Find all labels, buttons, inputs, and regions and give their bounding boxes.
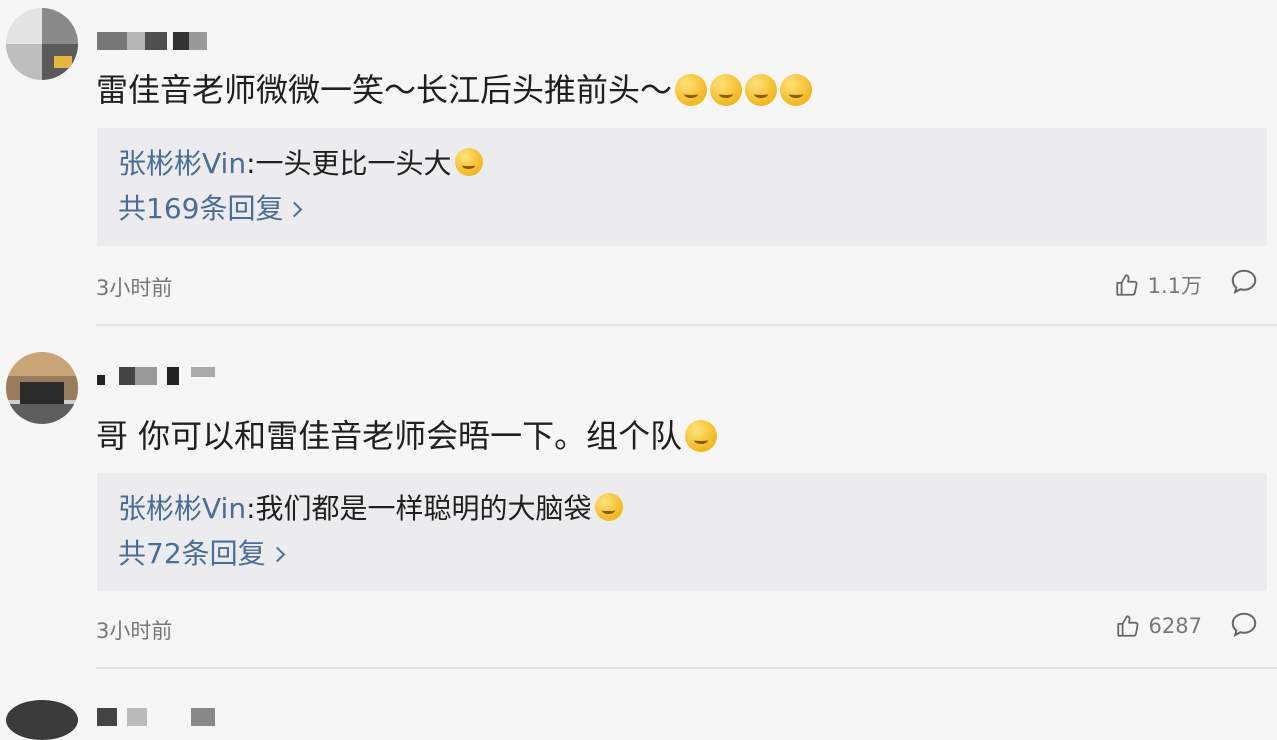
view-replies-link[interactable]: 共169条回复 xyxy=(118,191,303,227)
reply-preview[interactable]: 张彬彬Vin:一头更比一头大 共169条回复 xyxy=(97,128,1267,246)
thumbs-up-icon xyxy=(1115,274,1138,296)
comment-text: 雷佳音老师微微一笑～长江后头推前头～ xyxy=(96,70,813,110)
divider xyxy=(96,667,1277,669)
comment-item: 雷佳音老师微微一笑～长江后头推前头～ 张彬彬Vin:一头更比一头大 共169条回… xyxy=(0,0,1277,343)
like-count: 6287 xyxy=(1148,614,1202,638)
reply-text: :我们都是一样聪明的大脑袋 xyxy=(246,492,592,525)
timestamp: 3小时前 xyxy=(96,276,173,300)
like-button[interactable]: 1.1万 xyxy=(1114,270,1202,300)
laughing-emoji-icon xyxy=(685,420,718,452)
reply-line: 张彬彬Vin:我们都是一样聪明的大脑袋 xyxy=(118,491,623,527)
reply-author[interactable]: 张彬彬Vin xyxy=(118,147,246,180)
comment-item: 哥 你可以和雷佳音老师会晤一下。组个队 张彬彬Vin:我们都是一样聪明的大脑袋 … xyxy=(0,343,1277,686)
reply-count: 共72条回复 xyxy=(118,537,266,570)
cry-laugh-emoji-icon xyxy=(675,74,708,106)
dog-emoji-icon xyxy=(454,148,483,176)
comment-item xyxy=(0,686,1277,740)
dog-emoji-icon xyxy=(594,493,623,521)
like-count: 1.1万 xyxy=(1147,274,1202,298)
username-blurred[interactable] xyxy=(97,367,217,389)
comment-bubble-icon[interactable] xyxy=(1229,267,1259,297)
chevron-right-icon xyxy=(287,201,303,218)
like-button[interactable]: 6287 xyxy=(1115,613,1202,639)
comment-bubble-icon[interactable] xyxy=(1229,610,1259,640)
username-blurred[interactable] xyxy=(97,32,217,54)
view-replies-link[interactable]: 共72条回复 xyxy=(118,536,285,572)
timestamp: 3小时前 xyxy=(96,619,173,643)
cry-laugh-emoji-icon xyxy=(745,74,778,106)
avatar[interactable] xyxy=(6,352,78,424)
avatar[interactable] xyxy=(6,700,78,740)
reply-text: :一头更比一头大 xyxy=(246,147,452,180)
divider xyxy=(96,324,1277,326)
comment-text: 哥 你可以和雷佳音老师会晤一下。组个队 xyxy=(96,416,718,456)
avatar[interactable] xyxy=(6,8,78,80)
reply-count: 共169条回复 xyxy=(118,192,284,225)
username-blurred[interactable] xyxy=(97,708,217,730)
reply-author[interactable]: 张彬彬Vin xyxy=(118,492,246,525)
thumbs-up-icon xyxy=(1116,615,1138,637)
cry-laugh-emoji-icon xyxy=(780,74,813,106)
reply-line: 张彬彬Vin:一头更比一头大 xyxy=(118,146,483,182)
chevron-right-icon xyxy=(269,546,285,563)
cry-laugh-emoji-icon xyxy=(710,74,743,106)
reply-preview[interactable]: 张彬彬Vin:我们都是一样聪明的大脑袋 共72条回复 xyxy=(97,473,1267,591)
